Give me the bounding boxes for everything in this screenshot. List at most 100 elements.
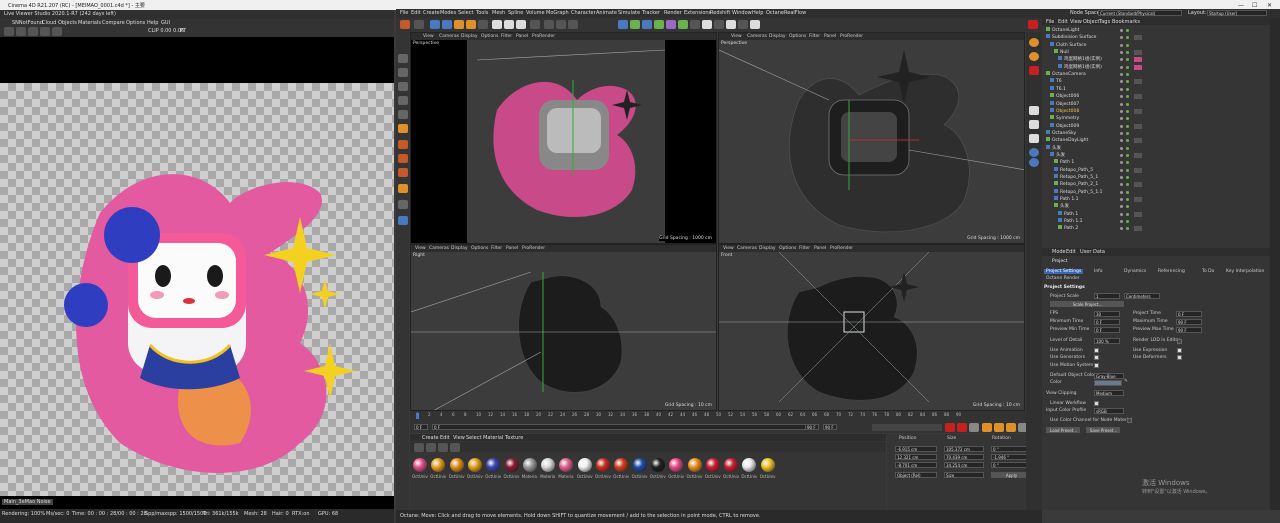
tab-todo[interactable]: To Do bbox=[1202, 269, 1214, 274]
vp3-menu-panel[interactable]: Panel bbox=[506, 246, 518, 251]
tab-octane-render[interactable]: Octane Render bbox=[1046, 276, 1080, 281]
use-deformers-checkbox[interactable] bbox=[1177, 355, 1182, 360]
coord-p-rotation[interactable]: -1.946 ° bbox=[991, 454, 1031, 460]
object-row[interactable]: 鸡蛋网格1组(实例) bbox=[1058, 56, 1102, 63]
mat-tool-1-icon[interactable] bbox=[414, 443, 424, 452]
menu-simulate[interactable]: Simulate bbox=[618, 10, 640, 16]
vp4-menu-options[interactable]: Options bbox=[779, 246, 796, 251]
snap-icon[interactable] bbox=[714, 20, 724, 29]
object-row[interactable]: Path 1 bbox=[1054, 159, 1074, 166]
viewport-front[interactable]: View Cameras Display Options Filter Pane… bbox=[718, 244, 1025, 411]
view-clipping-select[interactable]: Medium bbox=[1094, 390, 1124, 396]
object-row[interactable]: Retopo_Path_5_1 bbox=[1054, 174, 1098, 181]
light-icon[interactable] bbox=[702, 20, 712, 29]
menu-character[interactable]: Character bbox=[571, 10, 596, 16]
material-name[interactable]: OctUniv bbox=[412, 474, 428, 479]
object-row[interactable]: Subdivision Surface bbox=[1046, 34, 1096, 41]
material-tag-icon[interactable] bbox=[1134, 64, 1142, 70]
visibility-dot[interactable] bbox=[1120, 109, 1123, 113]
apply-button[interactable]: Apply bbox=[991, 472, 1031, 478]
sculpt-icon[interactable] bbox=[398, 216, 408, 225]
timeline-start-field[interactable]: 0 F bbox=[414, 424, 428, 430]
use-color-channel-checkbox[interactable] bbox=[1127, 418, 1132, 423]
min-time-field[interactable]: 0 F bbox=[1094, 319, 1120, 325]
scale-project-button[interactable]: Scale Project... bbox=[1050, 301, 1124, 307]
material-swatch[interactable] bbox=[742, 458, 757, 472]
material-tag-icon[interactable] bbox=[1134, 79, 1142, 85]
viewer-pt-select[interactable]: PT bbox=[180, 28, 186, 34]
render-canvas[interactable] bbox=[0, 83, 394, 496]
coord-h-rotation[interactable]: 0 ° bbox=[991, 446, 1031, 452]
enable-check-icon[interactable] bbox=[1126, 131, 1129, 135]
mat-tool-2-icon[interactable] bbox=[426, 443, 436, 452]
object-row[interactable]: OctaneDayLight bbox=[1046, 137, 1088, 144]
viewer-play-button[interactable] bbox=[4, 27, 14, 36]
render-settings-icon[interactable] bbox=[568, 20, 578, 29]
coord-mode-select[interactable]: Object (Rel) bbox=[895, 472, 937, 478]
obj-menu-view[interactable]: View bbox=[1070, 19, 1082, 25]
material-name[interactable]: Materia bbox=[558, 474, 573, 479]
playhead[interactable] bbox=[416, 413, 419, 419]
deformer-icon[interactable] bbox=[666, 20, 676, 29]
node-space-select[interactable]: Current (Standard/Physical) bbox=[1098, 10, 1182, 16]
material-name[interactable]: OctUniv bbox=[577, 474, 593, 479]
mat-menu-material[interactable]: Material bbox=[483, 435, 503, 441]
material-tag-icon[interactable] bbox=[1134, 57, 1142, 63]
close-icon[interactable]: ✕ bbox=[1267, 2, 1272, 9]
vp1-menu-options[interactable]: Options bbox=[481, 34, 498, 39]
object-row[interactable]: Retopo_Path_2_1 bbox=[1054, 181, 1098, 188]
object-row[interactable]: Object009 bbox=[1050, 122, 1079, 130]
vp2-menu-view[interactable]: View bbox=[731, 34, 742, 39]
material-swatch[interactable] bbox=[486, 458, 501, 472]
maximize-icon[interactable]: ☐ bbox=[1252, 2, 1257, 9]
material-swatch[interactable] bbox=[431, 458, 446, 472]
key-scale-icon[interactable] bbox=[994, 423, 1004, 432]
menu-spline[interactable]: Spline bbox=[508, 10, 523, 16]
obj-menu-bookmarks[interactable]: Bookmarks bbox=[1112, 19, 1140, 25]
visibility-dot[interactable] bbox=[1120, 29, 1123, 32]
octane-help-icon[interactable] bbox=[1029, 158, 1039, 167]
object-row[interactable]: 头发 bbox=[1046, 144, 1061, 152]
enable-check-icon[interactable] bbox=[1126, 176, 1129, 179]
subdivision-icon[interactable] bbox=[642, 20, 652, 29]
object-row[interactable]: 头发 bbox=[1054, 203, 1069, 210]
material-tag-icon[interactable] bbox=[1134, 211, 1142, 217]
playback-controls[interactable] bbox=[872, 424, 942, 431]
enable-check-icon[interactable] bbox=[1126, 43, 1129, 47]
timeline-preview-end-field[interactable]: 90 F bbox=[823, 424, 837, 430]
coord-x-size[interactable]: 105.372 cm bbox=[944, 446, 984, 452]
vp1-menu-panel[interactable]: Panel bbox=[516, 34, 528, 39]
locked-workplane-icon[interactable] bbox=[398, 168, 408, 177]
object-row[interactable]: 头发 bbox=[1050, 151, 1065, 159]
material-name[interactable]: Materia bbox=[522, 474, 537, 479]
enable-check-icon[interactable] bbox=[1126, 87, 1129, 91]
material-swatch[interactable] bbox=[705, 458, 720, 472]
enable-check-icon[interactable] bbox=[1126, 65, 1129, 69]
menu-tools[interactable]: Tools bbox=[476, 10, 488, 16]
edges-mode-icon[interactable] bbox=[398, 96, 408, 105]
visibility-dot[interactable] bbox=[1120, 124, 1123, 128]
menu-extensions[interactable]: Extensions bbox=[684, 10, 711, 16]
material-name[interactable]: OctUniv bbox=[504, 474, 520, 479]
coord-size-mode-select[interactable]: Size bbox=[944, 472, 984, 478]
material-swatch[interactable] bbox=[577, 458, 592, 472]
object-row[interactable]: T6 bbox=[1050, 78, 1062, 85]
menu-edit[interactable]: Edit bbox=[411, 10, 421, 16]
tab-referencing[interactable]: Referencing bbox=[1158, 269, 1185, 274]
enable-check-icon[interactable] bbox=[1126, 29, 1129, 32]
move-icon[interactable] bbox=[442, 20, 452, 29]
render-picture-icon[interactable] bbox=[556, 20, 566, 29]
coord-y-size[interactable]: 70.439 cm bbox=[944, 454, 984, 460]
vp2-menu-display[interactable]: Display bbox=[769, 34, 786, 39]
paint-icon[interactable] bbox=[398, 200, 408, 209]
timeline-end-field[interactable]: 90 F bbox=[805, 424, 819, 430]
object-row[interactable]: Symmetry bbox=[1050, 115, 1079, 122]
vp4-menu-prorender[interactable]: ProRender bbox=[830, 246, 853, 251]
vp4-menu-display[interactable]: Display bbox=[759, 246, 776, 251]
live-select-icon[interactable] bbox=[430, 20, 440, 29]
polygons-mode-icon[interactable] bbox=[398, 110, 408, 119]
spline-pen-icon[interactable] bbox=[630, 20, 640, 29]
octane-light-icon[interactable] bbox=[1029, 134, 1039, 143]
material-swatch[interactable] bbox=[504, 458, 519, 472]
vp4-menu-view[interactable]: View bbox=[723, 246, 734, 251]
